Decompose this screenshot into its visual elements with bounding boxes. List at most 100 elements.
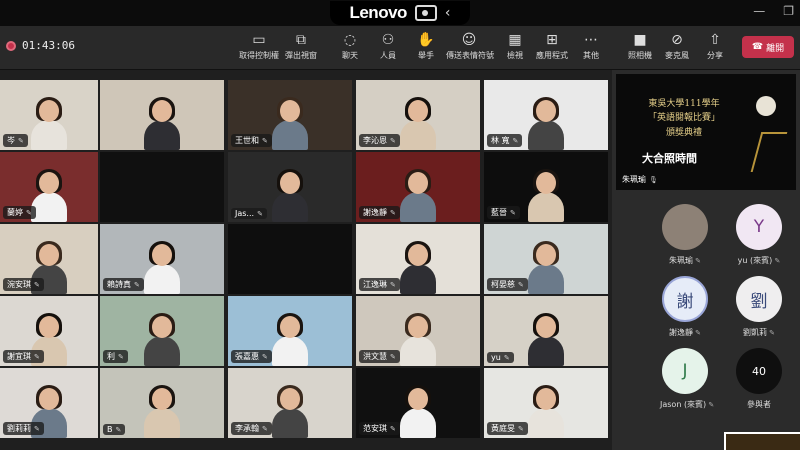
video-tile[interactable]: 劉莉莉 ✎: [0, 368, 98, 438]
popout-button[interactable]: ⧉ 彈出視窗: [278, 31, 324, 67]
participant-video: [526, 169, 566, 222]
participant-name-tag: 洪文慧 ✎: [359, 350, 400, 363]
mic-muted-icon: ✎: [518, 424, 524, 433]
participant-name: 王世和: [235, 136, 259, 145]
avatar-name: 謝逸靜 ✎: [668, 328, 702, 337]
video-tile[interactable]: B ✎: [100, 368, 224, 438]
participant-name: 蘭婷: [7, 208, 23, 217]
video-tile[interactable]: 岑 ✎: [0, 80, 98, 150]
avatar-initial: 40: [752, 364, 766, 378]
participant-video: [142, 97, 182, 150]
participant-name: 藍晉: [491, 208, 507, 217]
shared-banner-tile[interactable]: 東吳大學111學年 「英語閱報比賽」 頒獎典禮 大合照時間 朱珮瑜 🎙: [616, 74, 796, 190]
participant-avatar[interactable]: Yyu (來賓) ✎: [734, 204, 784, 266]
video-tile[interactable]: 范安琪 ✎: [356, 368, 480, 438]
video-tile[interactable]: yu ✎: [484, 296, 608, 366]
video-tile[interactable]: 洪文慧 ✎: [356, 296, 480, 366]
participant-name-tag: 張嘉惠 ✎: [231, 350, 272, 363]
participant-video: [526, 241, 566, 294]
take-control-button[interactable]: ▭ 取得控制權: [236, 31, 282, 67]
avatar-initial: J: [682, 361, 688, 381]
raise-hand-button[interactable]: ✋ 舉手: [403, 31, 449, 67]
video-tile[interactable]: 蘭婷 ✎: [0, 152, 98, 222]
video-tile[interactable]: [100, 80, 224, 150]
video-tile[interactable]: [100, 152, 224, 222]
video-grid: 岑 ✎ 王世和 ✎ 李沁恩 ✎ 林 寬 ✎ 蘭婷 ✎ Jas... ✎ 謝逸靜 ✎ 藍晉 ✎ 涴安琪 ✎ 賴詩真 ✎ 江…: [0, 80, 610, 442]
raise-hand-icon: ✋: [417, 32, 435, 48]
more-button[interactable]: ⋯ 其他: [568, 31, 614, 67]
video-tile[interactable]: 謝宜琪 ✎: [0, 296, 98, 366]
mic-muted-icon: ✎: [390, 136, 396, 145]
participant-name-tag: 涴安琪 ✎: [3, 278, 44, 291]
participant-avatar[interactable]: 謝謝逸靜 ✎: [660, 276, 710, 338]
video-tile[interactable]: 柯晏慈 ✎: [484, 224, 608, 294]
mic-muted-icon: ✎: [390, 424, 396, 433]
participant-avatar[interactable]: 朱珮瑜 ✎: [660, 204, 710, 266]
participant-name: 涴安琪: [7, 280, 31, 289]
avatar-name: 參與者: [747, 400, 771, 409]
video-tile[interactable]: 謝逸靜 ✎: [356, 152, 480, 222]
restore-icon[interactable]: ❐: [783, 4, 794, 18]
participant-name-tag: 李沁恩 ✎: [359, 134, 400, 147]
emoji-icon: ☺: [461, 32, 477, 48]
participant-name: 謝逸靜: [363, 208, 387, 217]
participant-avatar[interactable]: J Jason (來賓) ✎: [660, 348, 714, 410]
video-tile[interactable]: 江逸琳 ✎: [356, 224, 480, 294]
participant-video: [270, 97, 310, 150]
participant-name: 李承翰: [235, 424, 259, 433]
react-button[interactable]: ☺ 傳送表情符號: [446, 31, 494, 67]
video-tile[interactable]: 李沁恩 ✎: [356, 80, 480, 150]
avatar-name: 劉凱莉 ✎: [742, 328, 776, 337]
participant-video: [29, 97, 69, 150]
mic-muted-icon: ✎: [34, 424, 40, 433]
video-tile[interactable]: [228, 224, 352, 294]
video-tile[interactable]: 黃庭旻 ✎: [484, 368, 608, 438]
participant-name: yu: [491, 353, 501, 362]
participant-video: [398, 97, 438, 150]
participant-avatar[interactable]: 劉劉凱莉 ✎: [734, 276, 784, 338]
participant-name: Jas...: [235, 209, 255, 218]
mic-muted-icon: ✎: [510, 208, 516, 217]
participant-avatar[interactable]: 40 參與者: [734, 348, 784, 410]
participant-video: [142, 241, 182, 294]
video-tile[interactable]: 張嘉惠 ✎: [228, 296, 352, 366]
video-tile[interactable]: 藍晉 ✎: [484, 152, 608, 222]
mic-muted-icon: ✎: [390, 208, 396, 217]
back-chevron-icon: ‹: [444, 5, 451, 21]
participant-video: [270, 385, 310, 438]
participant-name-tag: 柯晏慈 ✎: [487, 278, 528, 291]
avatar-initial: Y: [753, 217, 765, 237]
more-icon: ⋯: [584, 32, 598, 48]
video-tile[interactable]: 賴詩真 ✎: [100, 224, 224, 294]
device-brand: Lenovo ‹: [330, 1, 470, 25]
mic-muted-icon: ✎: [257, 209, 263, 218]
participant-name: 賴詩真: [107, 280, 131, 289]
video-tile[interactable]: 李承翰 ✎: [228, 368, 352, 438]
video-tile[interactable]: Jas... ✎: [228, 152, 352, 222]
participant-video: [398, 169, 438, 222]
banner-presenter-tag: 朱珮瑜 🎙: [622, 175, 658, 184]
video-tile[interactable]: 利 ✎: [100, 296, 224, 366]
mic-muted-icon: ✎: [34, 352, 40, 361]
video-tile[interactable]: 林 寬 ✎: [484, 80, 608, 150]
participant-video: [398, 313, 438, 366]
hang-up-icon: ☎: [751, 42, 764, 52]
share-button[interactable]: ⇧ 分享: [692, 31, 738, 67]
participant-name: 謝宜琪: [7, 352, 31, 361]
minimize-icon[interactable]: —: [753, 4, 765, 18]
avatar-circle: Y: [736, 204, 782, 250]
video-tile[interactable]: 涴安琪 ✎: [0, 224, 98, 294]
banner-line-2: 「英語閱報比賽」: [647, 113, 720, 123]
video-tile[interactable]: 王世和 ✎: [228, 80, 352, 150]
participant-name-tag: 江逸琳 ✎: [359, 278, 400, 291]
mic-muted-icon: ✎: [772, 257, 781, 265]
self-view-thumbnail[interactable]: [724, 432, 800, 450]
participant-video: [526, 313, 566, 366]
laptop-bezel: Lenovo ‹ — ❐: [0, 0, 800, 26]
banner-line-4: 大合照時間: [642, 152, 697, 165]
meeting-toolbar: 01:43:06 ▭ 取得控制權 ⧉ 彈出視窗 ◌ 聊天 ⚇ 人員 ✋ 舉手 ☺…: [0, 26, 800, 70]
participant-name-tag: 王世和 ✎: [231, 134, 272, 147]
leave-button[interactable]: ☎ 離開: [742, 36, 794, 58]
participant-name: 張嘉惠: [235, 352, 259, 361]
avatar-name: yu (來賓) ✎: [737, 256, 781, 265]
